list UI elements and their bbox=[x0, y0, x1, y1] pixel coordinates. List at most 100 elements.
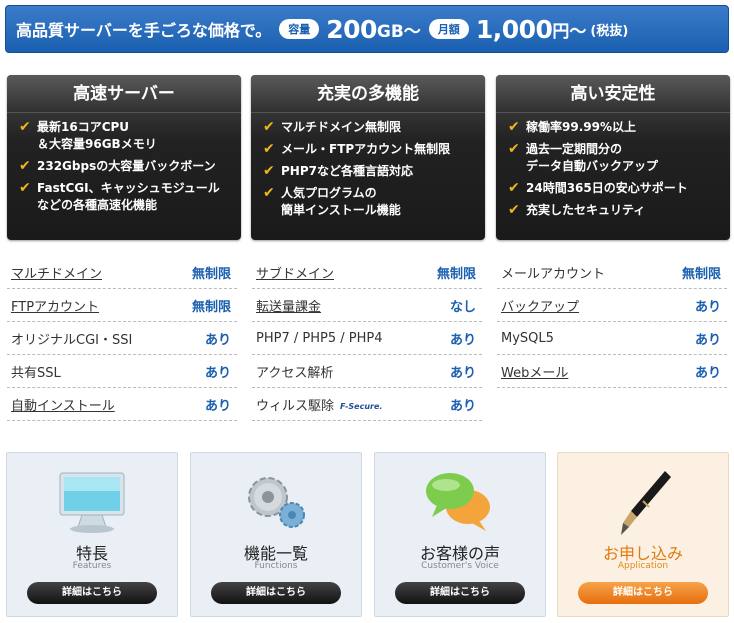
feature-list: ✔ 稼働率99.99%以上 ✔ 過去一定期間分の データ自動バックアップ ✔ 24時間… bbox=[496, 113, 730, 219]
feature-item: ✔ PHP7など各種言語対応 bbox=[263, 163, 413, 179]
spec-name: 共有SSL bbox=[11, 365, 61, 381]
feature-box-speed: 高速サーバー ✔ 最新16コアCPU ＆大容量96GBメモリ ✔ 232Gbpsの大… bbox=[7, 75, 241, 240]
feature-box-stability: 高い安定性 ✔ 稼働率99.99%以上 ✔ 過去一定期間分の データ自動バックアップ… bbox=[496, 75, 730, 240]
spec-value: あり bbox=[204, 365, 231, 381]
spec-value: あり bbox=[449, 332, 476, 348]
hero-banner: 高品質サーバーを手ごろな価格で。 容量 200 GB〜 月額 1,000 円〜 (税… bbox=[5, 5, 729, 53]
spec-name: ウィルス駆除 F-Secure. bbox=[256, 398, 383, 414]
spec-row: バックアップ あり bbox=[497, 289, 727, 322]
details-button-features[interactable]: 詳細はこちら bbox=[27, 582, 157, 604]
spec-row: メールアカウント 無制限 bbox=[497, 256, 727, 289]
spec-value: あり bbox=[449, 398, 476, 414]
feature-list: ✔ マルチドメイン無制限 ✔ メール・FTPアカウント無制限 ✔ PHP7など各種言語… bbox=[251, 113, 485, 219]
spec-name: PHP7 / PHP5 / PHP4 bbox=[256, 330, 383, 346]
feature-box-functions: 充実の多機能 ✔ マルチドメイン無制限 ✔ メール・FTPアカウント無制限 ✔ PHP… bbox=[251, 75, 485, 240]
spec-row: FTPアカウント 無制限 bbox=[7, 289, 237, 322]
spec-name: メールアカウント bbox=[501, 266, 606, 282]
feature-title: 高い安定性 bbox=[496, 75, 730, 113]
spec-value: 無制限 bbox=[191, 266, 231, 282]
spec-column-2: サブドメイン 無制限 転送量課金 なし PHP7 / PHP5 / PHP4 あり ア… bbox=[252, 256, 482, 421]
feature-item: ✔ 人気プログラムの 簡単インストール機能 bbox=[263, 185, 401, 217]
card-subtitle: Customer's Voice bbox=[421, 561, 499, 571]
feature-list: ✔ 最新16コアCPU ＆大容量96GBメモリ ✔ 232Gbpsの大容量バックボー… bbox=[7, 113, 241, 214]
spec-row: オリジナルCGI・SSI あり bbox=[7, 322, 237, 355]
feature-title: 充実の多機能 bbox=[251, 75, 485, 113]
spec-row: 共有SSL あり bbox=[7, 355, 237, 388]
spec-link-transfer-billing[interactable]: 転送量課金 bbox=[256, 296, 321, 315]
spec-link-ftp-account[interactable]: FTPアカウント bbox=[11, 296, 99, 315]
check-icon: ✔ bbox=[19, 158, 31, 174]
price-value: 1,000 bbox=[475, 14, 553, 44]
feature-item: ✔ メール・FTPアカウント無制限 bbox=[263, 141, 451, 157]
capacity-value: 200 bbox=[326, 14, 377, 44]
spec-name: オリジナルCGI・SSI bbox=[11, 332, 133, 348]
feature-item: ✔ 稼働率99.99%以上 bbox=[508, 119, 636, 135]
spec-value: あり bbox=[694, 299, 721, 315]
spec-column-1: マルチドメイン 無制限 FTPアカウント 無制限 オリジナルCGI・SSI あり 共有… bbox=[7, 256, 237, 421]
spec-link-subdomain[interactable]: サブドメイン bbox=[256, 263, 334, 282]
check-icon: ✔ bbox=[263, 119, 275, 135]
check-icon: ✔ bbox=[263, 141, 275, 157]
feature-item: ✔ 充実したセキュリティ bbox=[508, 202, 646, 218]
speech-bubbles-icon bbox=[426, 473, 490, 531]
spec-link-multi-domain[interactable]: マルチドメイン bbox=[11, 263, 102, 282]
feature-title: 高速サーバー bbox=[7, 75, 241, 113]
feature-item: ✔ マルチドメイン無制限 bbox=[263, 119, 402, 135]
feature-item: ✔ 232Gbpsの大容量バックボーン bbox=[19, 158, 216, 174]
details-button-customer-voice[interactable]: 詳細はこちら bbox=[395, 582, 525, 604]
spec-value: 無制限 bbox=[191, 299, 231, 315]
fountain-pen-icon bbox=[621, 471, 671, 535]
check-icon: ✔ bbox=[263, 185, 275, 201]
spec-value: あり bbox=[694, 332, 721, 348]
f-secure-logo: F-Secure. bbox=[340, 401, 383, 411]
card-subtitle: Application bbox=[617, 561, 669, 571]
monitor-icon bbox=[59, 472, 125, 533]
check-icon: ✔ bbox=[508, 180, 520, 196]
card-customer-voice: お客様の声 Customer's Voice 詳細はこちら bbox=[374, 452, 546, 617]
gears-icon bbox=[248, 477, 305, 528]
spec-row: MySQL5 あり bbox=[497, 322, 727, 355]
feature-item: ✔ FastCGI、キャッシュモジュール などの各種高速化機能 bbox=[19, 180, 220, 212]
spec-row: ウィルス駆除 F-Secure. あり bbox=[252, 388, 482, 421]
spec-row: 転送量課金 なし bbox=[252, 289, 482, 322]
spec-row: 自動インストール あり bbox=[7, 388, 237, 421]
check-icon: ✔ bbox=[508, 141, 520, 157]
check-icon: ✔ bbox=[19, 180, 31, 196]
spec-name: MySQL5 bbox=[501, 330, 554, 346]
capacity-unit: GB〜 bbox=[376, 21, 421, 42]
card-subtitle: Functions bbox=[254, 561, 298, 571]
feature-item: ✔ 最新16コアCPU ＆大容量96GBメモリ bbox=[19, 119, 157, 151]
check-icon: ✔ bbox=[19, 119, 31, 135]
feature-item: ✔ 過去一定期間分の データ自動バックアップ bbox=[508, 141, 659, 173]
details-button-functions[interactable]: 詳細はこちら bbox=[211, 582, 341, 604]
card-functions: 機能一覧 Functions 詳細はこちら bbox=[190, 452, 362, 617]
check-icon: ✔ bbox=[263, 163, 275, 179]
spec-link-webmail[interactable]: Webメール bbox=[501, 362, 568, 381]
spec-row: アクセス解析 あり bbox=[252, 355, 482, 388]
card-application: お申し込み Application 詳細はこちら bbox=[557, 452, 729, 617]
spec-link-auto-install[interactable]: 自動インストール bbox=[11, 395, 115, 414]
spec-value: あり bbox=[449, 365, 476, 381]
price-pill: 月額 bbox=[428, 19, 469, 39]
spec-row: サブドメイン 無制限 bbox=[252, 256, 482, 289]
banner-lead: 高品質サーバーを手ごろな価格で。 bbox=[16, 21, 272, 40]
details-button-application[interactable]: 詳細はこちら bbox=[578, 582, 708, 604]
spec-link-backup[interactable]: バックアップ bbox=[501, 296, 579, 315]
spec-row: マルチドメイン 無制限 bbox=[7, 256, 237, 289]
spec-value: 無制限 bbox=[681, 266, 721, 282]
price-note: (税抜) bbox=[590, 23, 629, 39]
spec-value: あり bbox=[694, 365, 721, 381]
price-unit: 円〜 bbox=[552, 21, 587, 42]
spec-value: あり bbox=[204, 398, 231, 414]
spec-name: アクセス解析 bbox=[256, 365, 334, 381]
card-subtitle: Features bbox=[72, 561, 112, 571]
feature-item: ✔ 24時間365日の安心サポート bbox=[508, 180, 688, 196]
check-icon: ✔ bbox=[508, 202, 520, 218]
spec-value: あり bbox=[204, 332, 231, 348]
spec-column-3: メールアカウント 無制限 バックアップ あり MySQL5 あり Webメール あり bbox=[497, 256, 727, 388]
check-icon: ✔ bbox=[508, 119, 520, 135]
spec-value: なし bbox=[449, 299, 476, 315]
spec-value: 無制限 bbox=[436, 266, 476, 282]
spec-row: PHP7 / PHP5 / PHP4 あり bbox=[252, 322, 482, 355]
spec-row: Webメール あり bbox=[497, 355, 727, 388]
